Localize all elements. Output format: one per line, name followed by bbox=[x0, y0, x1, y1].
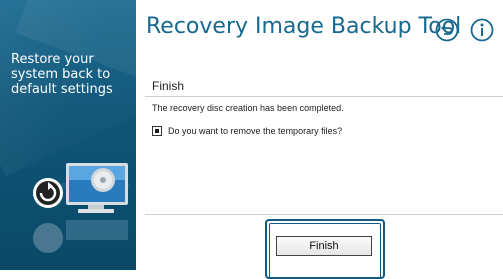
info-circle-icon[interactable] bbox=[470, 18, 494, 42]
sidebar-tagline: Restore your system back to default sett… bbox=[11, 52, 113, 97]
remove-temp-files-label: Do you want to remove the temporary file… bbox=[168, 126, 343, 136]
title-divider bbox=[145, 96, 503, 97]
sidebar: Restore your system back to default sett… bbox=[0, 0, 136, 270]
remove-temp-files-option[interactable]: Do you want to remove the temporary file… bbox=[152, 124, 342, 138]
app-title: Recovery Image Backup Tool bbox=[146, 14, 462, 39]
completion-message: The recovery disc creation has been comp… bbox=[152, 103, 344, 113]
back-arrow-circle-icon[interactable] bbox=[435, 18, 459, 42]
finish-button[interactable]: Finish bbox=[276, 236, 372, 256]
page-title: Finish bbox=[152, 79, 185, 93]
monitor-restore-disc-icon bbox=[33, 163, 130, 253]
remove-temp-files-checkbox[interactable] bbox=[152, 126, 162, 136]
footer-divider bbox=[145, 214, 503, 215]
